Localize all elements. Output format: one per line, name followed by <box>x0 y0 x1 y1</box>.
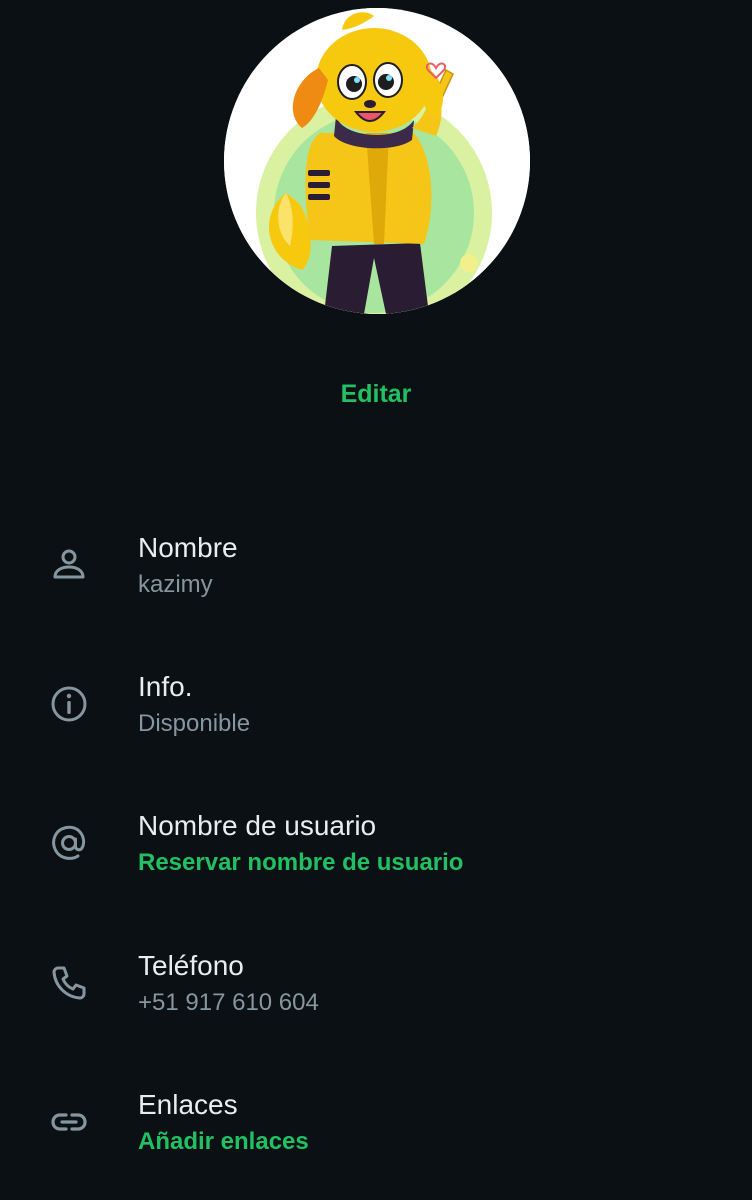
person-icon <box>48 544 90 586</box>
name-value: kazimy <box>138 571 213 598</box>
link-icon <box>48 1101 90 1143</box>
phone-row[interactable]: Teléfono +51 917 610 604 <box>0 940 752 1040</box>
at-icon <box>48 822 90 864</box>
links-label: Enlaces <box>138 1089 238 1120</box>
profile-screen: Editar Nombre kazimy Info. Disponible No… <box>0 0 752 1200</box>
username-label: Nombre de usuario <box>138 810 377 841</box>
links-row[interactable]: Enlaces Añadir enlaces <box>0 1079 752 1179</box>
phone-value: +51 917 610 604 <box>138 989 319 1016</box>
add-links-link[interactable]: Añadir enlaces <box>138 1127 309 1157</box>
name-label: Nombre <box>138 532 238 563</box>
info-row[interactable]: Info. Disponible <box>0 661 752 761</box>
phone-icon <box>48 962 90 1004</box>
edit-photo-button[interactable]: Editar <box>0 380 752 409</box>
username-row[interactable]: Nombre de usuario Reservar nombre de usu… <box>0 800 752 900</box>
name-row[interactable]: Nombre kazimy <box>0 522 752 622</box>
profile-photo-illustration <box>224 8 530 314</box>
info-icon <box>48 683 90 725</box>
info-label: Info. <box>138 671 193 702</box>
profile-photo[interactable] <box>224 8 530 314</box>
info-value: Disponible <box>138 710 251 737</box>
reserve-username-link[interactable]: Reservar nombre de usuario <box>138 848 463 878</box>
phone-label: Teléfono <box>138 950 244 981</box>
